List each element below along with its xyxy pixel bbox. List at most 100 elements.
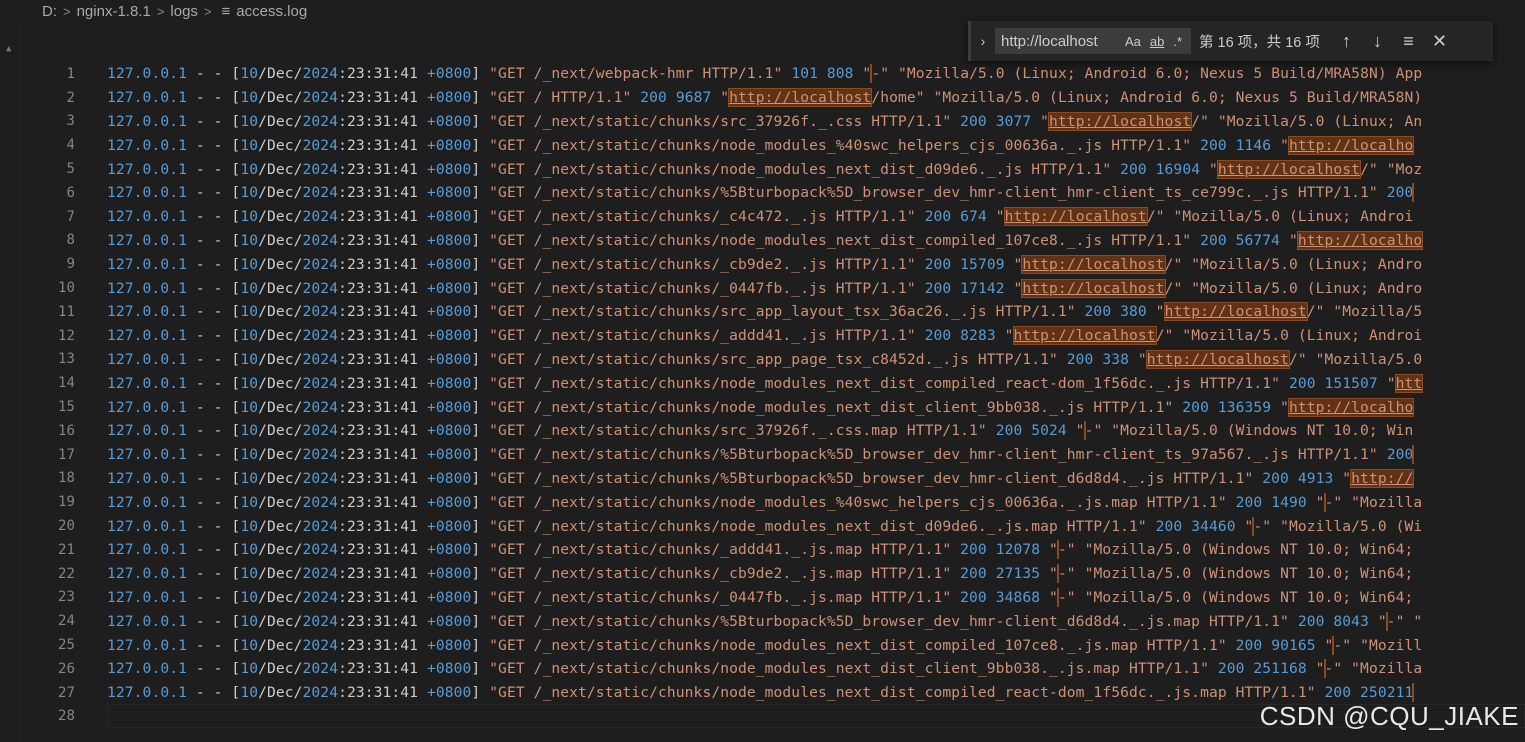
day: 10	[240, 446, 259, 464]
code-line[interactable]: 15 127.0.0.1 - - [10/Dec/2024:23:31:41 +0…	[20, 395, 1525, 419]
month: /Dec/	[258, 350, 303, 368]
request: "GET /_next/static/chunks/node_modules_n…	[489, 660, 1218, 678]
month: /Dec/	[258, 231, 303, 249]
request: "GET /_next/static/chunks/src_37926f._.c…	[489, 112, 961, 130]
timezone: +0800	[426, 517, 472, 535]
year: 2024	[302, 469, 339, 487]
code-line[interactable]: 21 127.0.0.1 - - [10/Dec/2024:23:31:41 +0…	[20, 538, 1525, 562]
referrer-rest: -" "Mozilla/5.0 (Windows NT 10.0; Win64;	[1057, 565, 1414, 583]
referrer-rest: -" "Mozilla	[1324, 493, 1423, 511]
referrer-rest: /" "Mozilla/5	[1306, 303, 1423, 321]
code-line[interactable]: 19 127.0.0.1 - - [10/Dec/2024:23:31:41 +0…	[20, 490, 1525, 514]
collapse-arrow-icon[interactable]: ▲	[6, 44, 11, 54]
code-line[interactable]: 14 127.0.0.1 - - [10/Dec/2024:23:31:41 +0…	[20, 371, 1525, 395]
code-line[interactable]: 4 127.0.0.1 - - [10/Dec/2024:23:31:41 +08…	[20, 133, 1525, 157]
referrer-open: "	[853, 65, 872, 83]
response-size: 9687	[675, 89, 712, 107]
month: /Dec/	[258, 469, 303, 487]
editor-area[interactable]: 1 127.0.0.1 - - [10/Dec/2024:23:31:41 +08…	[20, 62, 1525, 742]
watermark: CSDN @CQU_JIAKE	[1259, 701, 1519, 731]
month: /Dec/	[258, 65, 303, 83]
search-match: http://localho	[1287, 135, 1415, 155]
arrow-up-icon[interactable]: ↑	[1331, 31, 1362, 52]
match-case-toggle[interactable]: Aa	[1125, 34, 1141, 49]
log-entry: 127.0.0.1 - - [10/Dec/2024:23:31:41 +080…	[107, 278, 1422, 298]
code-line[interactable]: 26 127.0.0.1 - - [10/Dec/2024:23:31:41 +0…	[20, 657, 1525, 681]
referrer-rest: /" "Mozilla/5.0 (Linux; An	[1191, 112, 1423, 130]
time: :23:31:41	[338, 469, 427, 487]
line-number: 9	[66, 256, 75, 273]
breadcrumb-folder-logs[interactable]: logs	[170, 3, 198, 20]
status-code: 200	[1155, 517, 1183, 535]
status-code: 200	[1066, 350, 1094, 368]
timezone: +0800	[426, 279, 472, 297]
response-size: 56774	[1235, 231, 1281, 249]
status-code: 200	[995, 422, 1023, 440]
arrow-down-icon[interactable]: ↓	[1362, 31, 1393, 52]
day: 10	[240, 493, 259, 511]
separator: ]	[471, 684, 490, 702]
code-line[interactable]: 5 127.0.0.1 - - [10/Dec/2024:23:31:41 +08…	[20, 157, 1525, 181]
referrer-rest: /" "Moz	[1360, 160, 1423, 178]
ip-address: 127.0.0.1	[107, 517, 187, 535]
year: 2024	[302, 184, 339, 202]
code-line[interactable]: 18 127.0.0.1 - - [10/Dec/2024:23:31:41 +0…	[20, 467, 1525, 491]
code-line[interactable]: 22 127.0.0.1 - - [10/Dec/2024:23:31:41 +0…	[20, 562, 1525, 586]
response-size: 16904	[1155, 160, 1201, 178]
code-line[interactable]: 7 127.0.0.1 - - [10/Dec/2024:23:31:41 +08…	[20, 205, 1525, 229]
code-line[interactable]: 1 127.0.0.1 - - [10/Dec/2024:23:31:41 +08…	[20, 62, 1525, 86]
month: /Dec/	[258, 89, 303, 107]
referrer-rest: -" "Mozilla/5.0 (Windows NT 10.0; Win64;	[1057, 541, 1414, 559]
code-line[interactable]: 23 127.0.0.1 - - [10/Dec/2024:23:31:41 +0…	[20, 586, 1525, 610]
code-line[interactable]: 20 127.0.0.1 - - [10/Dec/2024:23:31:41 +0…	[20, 514, 1525, 538]
code-line[interactable]: 6 127.0.0.1 - - [10/Dec/2024:23:31:41 +08…	[20, 181, 1525, 205]
code-line[interactable]: 2 127.0.0.1 - - [10/Dec/2024:23:31:41 +08…	[20, 86, 1525, 110]
month: /Dec/	[258, 255, 303, 273]
status-code: 200	[1324, 684, 1352, 702]
code-line[interactable]: 17 127.0.0.1 - - [10/Dec/2024:23:31:41 +0…	[20, 443, 1525, 467]
separator: ]	[471, 422, 490, 440]
breadcrumb-folder-nginx[interactable]: nginx-1.8.1	[77, 3, 151, 20]
year: 2024	[302, 303, 339, 321]
day: 10	[240, 636, 259, 654]
log-entry: 127.0.0.1 - - [10/Dec/2024:23:31:41 +080…	[107, 518, 1422, 535]
match-whole-word-toggle[interactable]: ab	[1150, 34, 1164, 49]
breadcrumb-file[interactable]: access.log	[236, 3, 307, 20]
code-line[interactable]: 12 127.0.0.1 - - [10/Dec/2024:23:31:41 +0…	[20, 324, 1525, 348]
month: /Dec/	[258, 517, 303, 535]
code-line[interactable]: 16 127.0.0.1 - - [10/Dec/2024:23:31:41 +0…	[20, 419, 1525, 443]
close-icon[interactable]: ✕	[1424, 31, 1455, 52]
timezone: +0800	[426, 112, 472, 130]
code-line[interactable]: 25 127.0.0.1 - - [10/Dec/2024:23:31:41 +0…	[20, 633, 1525, 657]
code-line[interactable]: 13 127.0.0.1 - - [10/Dec/2024:23:31:41 +0…	[20, 348, 1525, 372]
referrer-open: "	[1040, 588, 1058, 606]
code-line[interactable]: 24 127.0.0.1 - - [10/Dec/2024:23:31:41 +0…	[20, 609, 1525, 633]
response-size: 250211	[1360, 684, 1414, 702]
line-number: 17	[57, 446, 75, 463]
separator: - - [	[186, 541, 241, 559]
code-line[interactable]: 11 127.0.0.1 - - [10/Dec/2024:23:31:41 +0…	[20, 300, 1525, 324]
log-entry: 127.0.0.1 - - [10/Dec/2024:23:31:41 +080…	[107, 159, 1423, 179]
code-line[interactable]: 3 127.0.0.1 - - [10/Dec/2024:23:31:41 +08…	[20, 110, 1525, 134]
find-input[interactable]: http://localhost Aa ab .*	[995, 28, 1191, 54]
find-in-selection-icon[interactable]: ≡	[1393, 31, 1424, 52]
time: :23:31:41	[338, 636, 427, 654]
code-line[interactable]: 8 127.0.0.1 - - [10/Dec/2024:23:31:41 +08…	[20, 229, 1525, 253]
day: 10	[240, 89, 259, 107]
use-regex-toggle[interactable]: .*	[1173, 34, 1182, 49]
year: 2024	[302, 422, 339, 440]
separator: - - [	[186, 588, 241, 606]
code-line[interactable]: 9 127.0.0.1 - - [10/Dec/2024:23:31:41 +08…	[20, 252, 1525, 276]
code-line[interactable]: 10 127.0.0.1 - - [10/Dec/2024:23:31:41 +0…	[20, 276, 1525, 300]
timezone: +0800	[426, 660, 472, 678]
toggle-replace-icon[interactable]: ›	[971, 33, 995, 49]
log-entry: 127.0.0.1 - - [10/Dec/2024:23:31:41 +080…	[107, 111, 1423, 131]
breadcrumb-drive[interactable]: D:	[42, 3, 57, 20]
separator: - - [	[186, 350, 241, 368]
search-match: http://localho	[1287, 397, 1415, 417]
time: :23:31:41	[338, 112, 427, 130]
separator: ]	[471, 303, 490, 321]
